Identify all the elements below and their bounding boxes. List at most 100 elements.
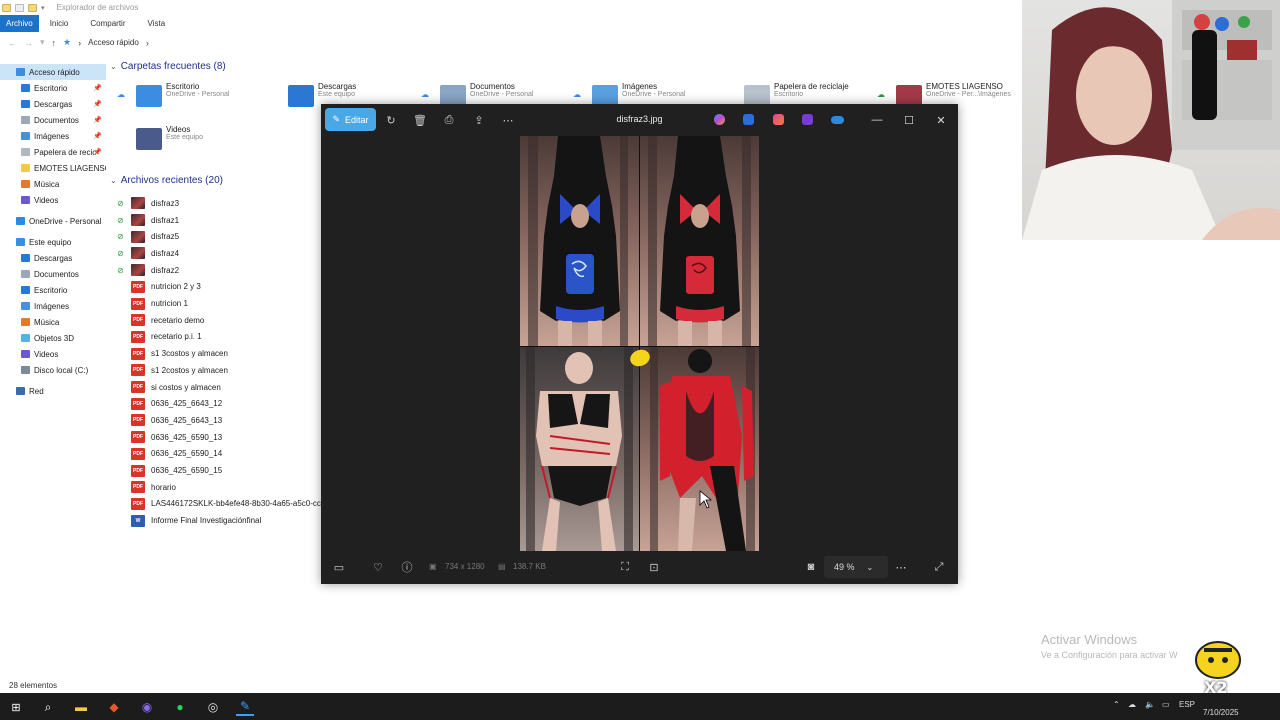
folder-location: OneDrive - Personal (622, 91, 686, 98)
recent-file-row[interactable]: ⊘ disfraz1 (116, 212, 179, 229)
frequent-folder-tile[interactable]: Videos Este equipo (136, 125, 286, 163)
recent-file-row[interactable]: PDF LAS446172SKLK-bb4efe48-8b30-4a65-a5c0… (116, 496, 332, 513)
recent-file-row[interactable]: PDF 0636_425_6590_15 (116, 462, 222, 479)
viewer-toolbar: ✎ Editar ↻ 🗑 ⎙ ⇪ ⋯ disfraz3.jpg — ☐ ✕ (321, 104, 958, 136)
print-icon[interactable]: ⎙ (441, 112, 457, 128)
brave-browser-icon[interactable]: ◆ (105, 698, 123, 716)
filmstrip-icon[interactable]: ▭ (332, 560, 346, 574)
nav-item[interactable]: OneDrive - Personal (0, 213, 106, 229)
recent-file-row[interactable]: PDF 0636_425_6643_13 (116, 412, 222, 429)
spotify-icon[interactable]: ● (171, 698, 189, 716)
recent-file-row[interactable]: PDF 0636_425_6643_12 (116, 395, 222, 412)
displayed-image[interactable] (520, 136, 759, 551)
close-icon[interactable]: ✕ (931, 111, 951, 129)
nav-item[interactable]: Descargas 📌 (0, 96, 106, 112)
nav-item[interactable]: Acceso rápido (0, 64, 106, 80)
zoom-dropdown[interactable]: 49 % ⌄ (824, 556, 888, 578)
edit-button[interactable]: ✎ Editar (325, 108, 376, 131)
nav-item[interactable]: Música (0, 314, 106, 330)
recent-file-row[interactable]: PDF si costos y almacen (116, 379, 221, 396)
search-icon[interactable]: ⌕ (39, 698, 57, 716)
file-explorer-icon[interactable]: ▬ (72, 698, 90, 716)
nav-item[interactable]: Este equipo (0, 234, 106, 250)
breadcrumb[interactable]: Acceso rápido (88, 38, 139, 47)
recent-file-row[interactable]: PDF nutricion 1 (116, 295, 188, 312)
paint-icon[interactable] (773, 114, 784, 125)
windows-start-icon[interactable]: ⊞ (7, 698, 25, 716)
chevron-down-icon[interactable]: ▾ (40, 37, 45, 48)
frequent-folder-tile[interactable]: ☁ Escritorio OneDrive - Personal (117, 82, 286, 120)
onedrive-icon[interactable] (831, 116, 844, 124)
discord-icon[interactable]: ◉ (138, 698, 156, 716)
volume-icon[interactable]: 🔈 (1145, 700, 1155, 709)
recent-file-row[interactable]: ⊘ disfraz2 (116, 262, 179, 279)
recent-file-row[interactable]: PDF 0636_425_6590_14 (116, 446, 222, 463)
nav-item[interactable]: Objetos 3D (0, 330, 106, 346)
recent-file-row[interactable]: PDF 0636_425_6590_13 (116, 429, 222, 446)
tab-inicio[interactable]: Inicio (39, 15, 80, 32)
recent-file-row[interactable]: ⊘ disfraz5 (116, 228, 179, 245)
delete-icon[interactable]: 🗑 (412, 112, 428, 128)
camera-icon[interactable]: ◙ (804, 560, 818, 574)
language-indicator[interactable]: ESP (1179, 700, 1195, 709)
recent-file-row[interactable]: PDF recetario demo (116, 312, 204, 329)
recent-files-header[interactable]: ⌄ Archivos recientes (20) (110, 175, 223, 186)
share-icon[interactable]: ⇪ (471, 112, 487, 128)
more-options-icon[interactable]: ⋯ (500, 112, 516, 128)
synced-check-icon: ⊘ (117, 232, 124, 242)
minimize-icon[interactable]: — (867, 111, 887, 129)
recent-file-row[interactable]: PDF s1 3costos y almacen (116, 345, 228, 362)
recent-file-row[interactable]: PDF horario (116, 479, 176, 496)
clock-date[interactable]: 7/10/2025 (1203, 708, 1239, 717)
recent-file-row[interactable]: ⊘ disfraz3 (116, 195, 179, 212)
recent-file-row[interactable]: W Informe Final Investigaciónfinal (116, 512, 261, 529)
chevron-right-icon[interactable]: › (146, 38, 149, 48)
recent-file-row[interactable]: PDF nutricion 2 y 3 (116, 279, 201, 296)
nav-item[interactable]: Imágenes (0, 298, 106, 314)
nav-item[interactable]: Documentos 📌 (0, 112, 106, 128)
nav-item[interactable]: Documentos (0, 266, 106, 282)
nav-item[interactable]: Disco local (C:) (0, 362, 106, 378)
nav-item[interactable]: Videos (0, 346, 106, 362)
nav-item[interactable]: Videos (0, 192, 106, 208)
forward-icon[interactable]: → (24, 38, 33, 48)
tab-vista[interactable]: Vista (137, 15, 177, 32)
obs-icon[interactable]: ◎ (204, 698, 222, 716)
designer-icon[interactable] (743, 114, 754, 125)
nav-item[interactable]: Papelera de recic 📌 (0, 144, 106, 160)
info-icon[interactable]: ⓘ (400, 560, 414, 574)
frequent-folders-header[interactable]: ⌄ Carpetas frecuentes (8) (110, 61, 226, 72)
rotate-icon[interactable]: ↻ (383, 112, 399, 128)
clipchamp-icon[interactable] (802, 114, 813, 125)
recent-file-row[interactable]: PDF s1 2costos y almacen (116, 362, 228, 379)
nav-item[interactable]: Música (0, 176, 106, 192)
nav-item[interactable]: EMOTES LIAGENSO (0, 160, 106, 176)
recent-file-row[interactable]: ⊘ disfraz4 (116, 245, 179, 262)
photos-app-icon[interactable]: ✎ (236, 698, 254, 716)
tab-compartir[interactable]: Compartir (79, 15, 136, 32)
maximize-icon[interactable]: ☐ (899, 111, 919, 129)
back-icon[interactable]: ← (8, 38, 17, 48)
display-icon[interactable]: ▭ (1162, 700, 1170, 709)
navigation-pane: Acceso rápido Escritorio 📌 Descargas 📌 Docume… (0, 64, 106, 424)
nav-item[interactable]: Escritorio (0, 282, 106, 298)
recent-file-row[interactable]: PDF recetario p.i. 1 (116, 329, 202, 346)
nav-item[interactable]: Descargas (0, 250, 106, 266)
favorite-heart-icon[interactable]: ♡ (371, 560, 385, 574)
more-options-icon[interactable]: ⋯ (894, 560, 908, 574)
chevron-down-icon[interactable]: ▾ (41, 4, 45, 12)
properties-icon[interactable] (15, 3, 24, 12)
nav-item[interactable]: Escritorio 📌 (0, 80, 106, 96)
copilot-icon[interactable] (714, 114, 725, 125)
fit-to-window-icon[interactable]: ⛶ (618, 560, 632, 574)
chevron-up-icon[interactable]: ⌃ (1113, 700, 1120, 709)
pdf-file-icon: PDF (131, 431, 145, 444)
new-folder-icon[interactable] (28, 3, 37, 12)
nav-item[interactable]: Red (0, 383, 106, 399)
network-icon[interactable]: ☁ (1128, 700, 1136, 709)
fullscreen-icon[interactable]: ⤢ (932, 560, 946, 574)
nav-item[interactable]: Imágenes 📌 (0, 128, 106, 144)
up-arrow-icon[interactable]: ↑ (52, 38, 57, 48)
actual-size-icon[interactable]: ⊡ (647, 560, 661, 574)
tab-archivo[interactable]: Archivo (0, 15, 39, 32)
